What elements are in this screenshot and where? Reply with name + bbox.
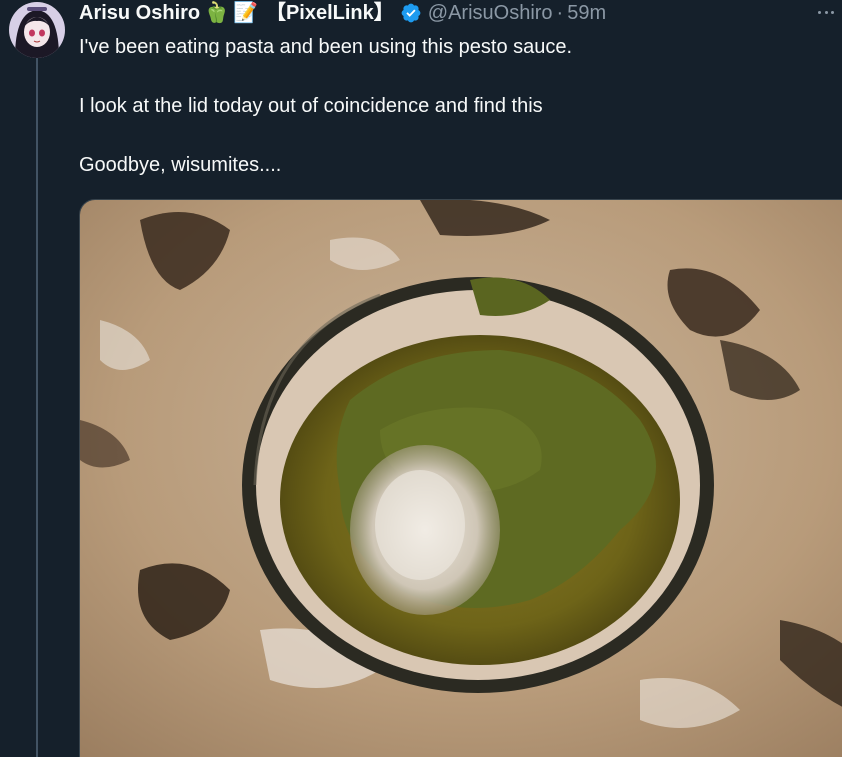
tweet-paragraph: Goodbye, wisumites.... [79, 154, 282, 176]
memo-emoji: 📝 [233, 2, 258, 24]
tweet-photo[interactable] [79, 199, 842, 757]
pepper-emoji: 🫑 [204, 2, 230, 24]
org-tag: 【PixelLink】 [265, 2, 394, 24]
tweet-container: Arisu Oshiro 🫑 📝 【PixelLink】 @ArisuOshir… [0, 0, 842, 757]
tweet-paragraph: I've been eating pasta and been using th… [79, 36, 573, 58]
more-dot [818, 10, 821, 14]
user-handle[interactable]: @ArisuOshiro [428, 0, 553, 26]
verified-badge-svg [401, 3, 421, 23]
avatar[interactable] [9, 2, 65, 58]
display-name[interactable]: Arisu Oshiro [79, 0, 200, 26]
photo-moldy-pesto-lid [80, 200, 842, 757]
more-dot [831, 10, 834, 14]
separator-dot: · [556, 2, 564, 24]
thread-line [36, 58, 38, 757]
more-options-icon[interactable] [818, 8, 834, 16]
tweet-text: I've been eating pasta and been using th… [79, 33, 829, 210]
verified-badge-icon[interactable] [400, 2, 422, 24]
tweet-paragraph: I look at the lid today out of coinciden… [79, 95, 543, 117]
tweet-header: Arisu Oshiro 🫑 📝 【PixelLink】 @ArisuOshir… [79, 0, 606, 26]
more-dot [824, 10, 828, 14]
timestamp[interactable]: 59m [567, 0, 606, 26]
avatar-image [9, 2, 65, 58]
